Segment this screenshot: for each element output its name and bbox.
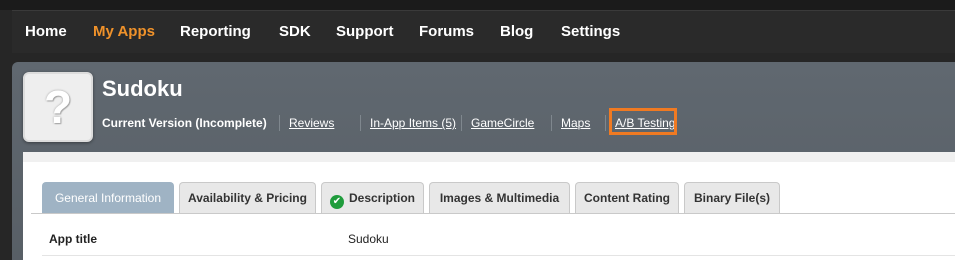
app-header-panel: ? Sudoku Current Version (Incomplete) Re…	[12, 62, 955, 260]
top-navigation: Home My Apps Reporting SDK Support Forum…	[12, 10, 955, 53]
row-divider	[42, 255, 955, 256]
nav-sdk[interactable]: SDK	[279, 23, 311, 40]
ab-testing-highlight	[609, 108, 677, 135]
link-maps[interactable]: Maps	[561, 116, 590, 130]
nav-support[interactable]: Support	[336, 23, 394, 40]
app-icon: ?	[23, 72, 93, 142]
app-title-value: Sudoku	[348, 232, 389, 246]
link-separator	[605, 115, 606, 131]
link-in-app-items[interactable]: In-App Items (5)	[370, 116, 456, 130]
app-title-label: App title	[49, 232, 97, 246]
top-strip	[0, 0, 955, 10]
tab-label: Availability & Pricing	[188, 191, 307, 205]
tab-general-information[interactable]: General Information	[42, 182, 174, 213]
tab-label: General Information	[54, 191, 162, 205]
tab-binary-files[interactable]: Binary File(s)	[684, 182, 780, 213]
tab-images-multimedia[interactable]: Images & Multimedia	[429, 182, 570, 213]
nav-home[interactable]: Home	[25, 23, 67, 40]
tab-divider	[31, 213, 955, 214]
link-separator	[551, 115, 552, 131]
link-separator	[461, 115, 462, 131]
question-mark-icon: ?	[43, 81, 73, 133]
nav-blog[interactable]: Blog	[500, 23, 533, 40]
tab-availability-pricing[interactable]: Availability & Pricing	[179, 182, 316, 213]
link-separator	[279, 115, 280, 131]
tab-label: Binary File(s)	[693, 191, 771, 205]
link-reviews[interactable]: Reviews	[289, 116, 334, 130]
tab-label: Content Rating	[584, 191, 670, 205]
link-gamecircle[interactable]: GameCircle	[471, 116, 534, 130]
content-area: General Information Availability & Prici…	[23, 152, 955, 260]
content-top-band	[23, 152, 955, 162]
tab-label: Description	[348, 191, 415, 205]
nav-settings[interactable]: Settings	[561, 23, 620, 40]
app-name: Sudoku	[102, 76, 183, 101]
current-version-label: Current Version (Incomplete)	[102, 116, 267, 130]
tab-description[interactable]: ✔ Description	[321, 182, 424, 213]
tab-label: Images & Multimedia	[439, 191, 560, 205]
check-circle-icon: ✔	[329, 195, 344, 209]
link-separator	[360, 115, 361, 131]
nav-my-apps[interactable]: My Apps	[93, 23, 155, 40]
nav-reporting[interactable]: Reporting	[180, 23, 251, 40]
tab-content-rating[interactable]: Content Rating	[575, 182, 679, 213]
nav-forums[interactable]: Forums	[419, 23, 474, 40]
